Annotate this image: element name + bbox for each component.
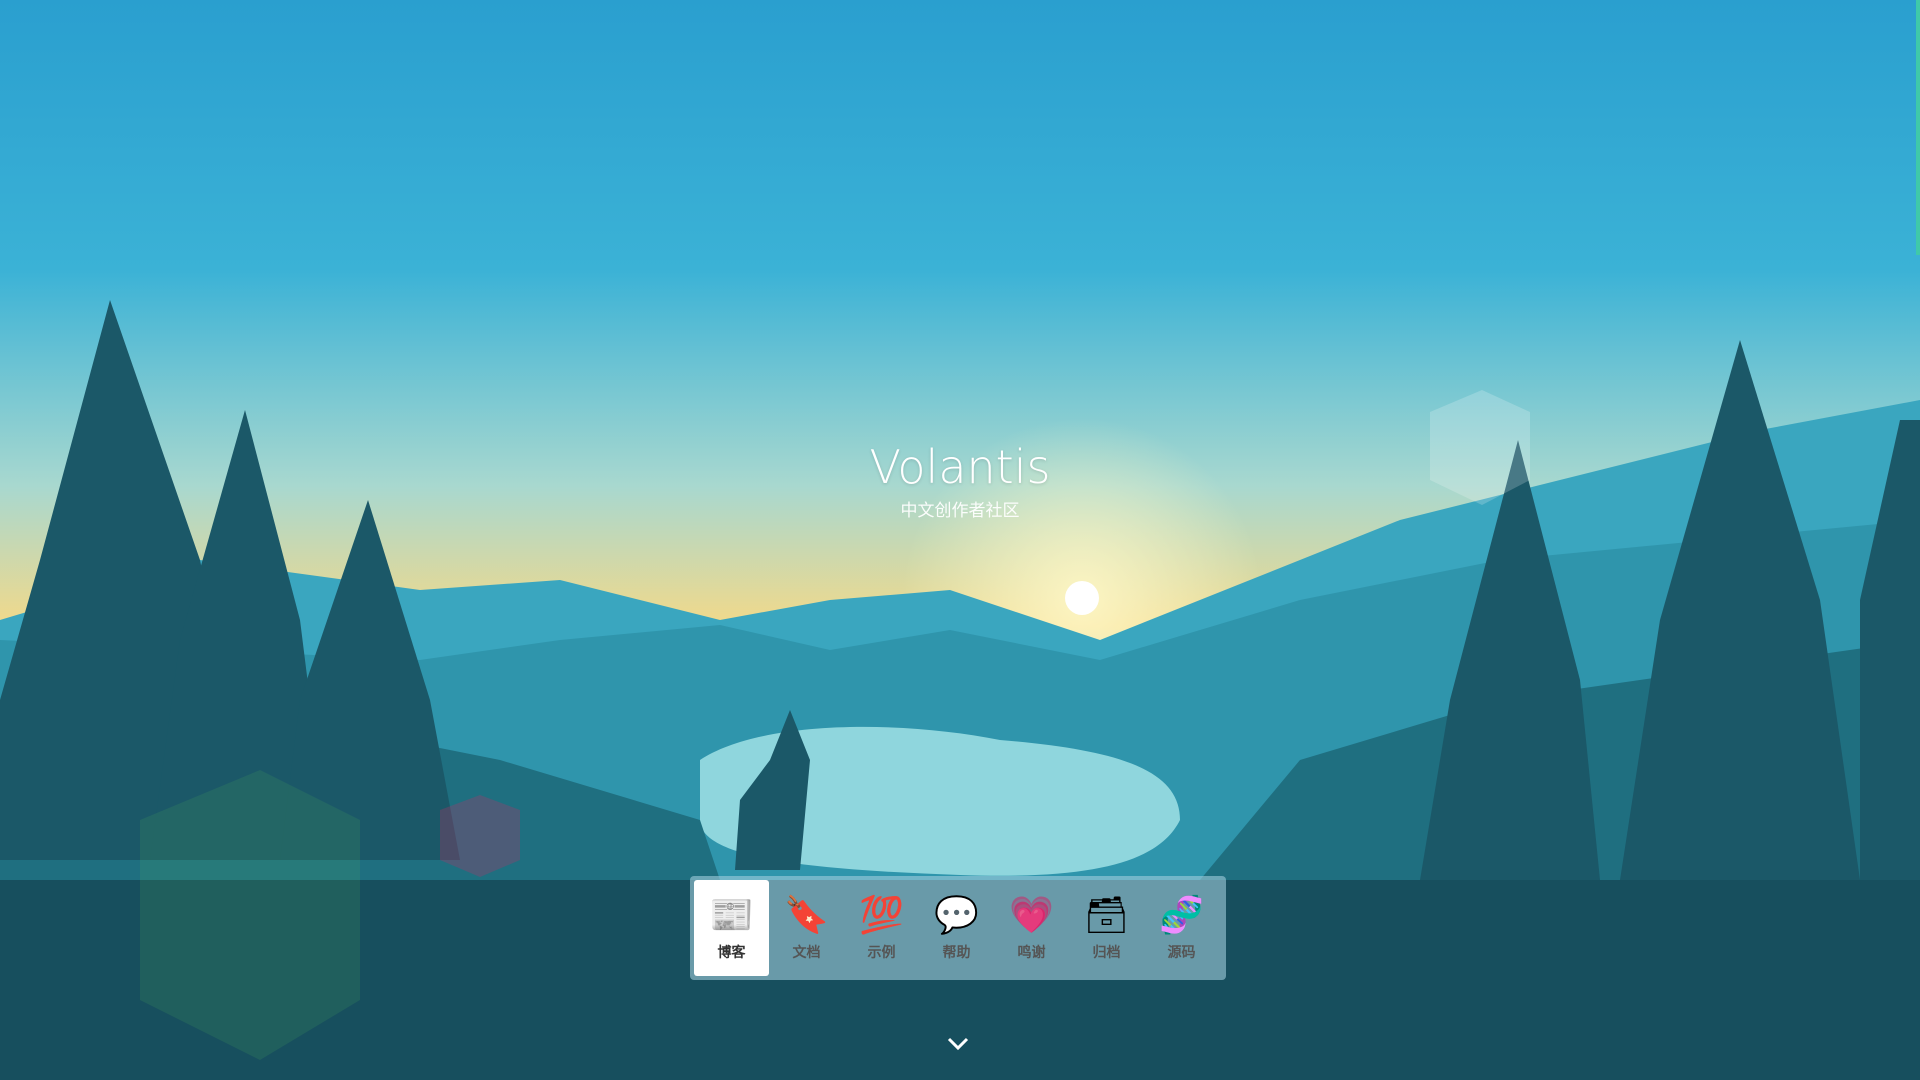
site-subtitle: 中文创作者社区: [900, 501, 1020, 521]
nav-item-examples[interactable]: 💯 示例: [844, 880, 919, 976]
newspaper-icon: 📰: [709, 895, 754, 936]
nav-label: 鸣谢: [1017, 945, 1046, 961]
nav-label: 博客: [717, 945, 746, 961]
hundred-points-icon: 💯: [859, 895, 904, 936]
nav-label: 文档: [792, 945, 821, 961]
bookmark-book-icon: 🔖: [784, 895, 829, 936]
nav-label: 示例: [867, 945, 896, 961]
chevron-down-icon[interactable]: [946, 1036, 970, 1052]
nav-item-help[interactable]: 💬 帮助: [919, 880, 994, 976]
nav-item-source[interactable]: 🧬 源码: [1144, 880, 1219, 976]
scrollbar[interactable]: [1916, 0, 1920, 255]
nav-label: 源码: [1167, 945, 1196, 961]
nav-label: 帮助: [942, 945, 971, 961]
nav-label: 归档: [1092, 945, 1121, 961]
heart-icon: 💗: [1009, 895, 1054, 936]
site-title: Volantis: [869, 440, 1051, 494]
main-nav: 📰 博客 🔖 文档 💯 示例 💬 帮助 💗 鸣谢 🗃 归档 🧬 源码: [690, 876, 1226, 980]
nav-item-archive[interactable]: 🗃 归档: [1069, 880, 1144, 976]
card-file-box-icon: 🗃: [1083, 895, 1130, 936]
dna-icon: 🧬: [1159, 895, 1204, 936]
nav-item-blog[interactable]: 📰 博客: [694, 880, 769, 976]
nav-item-thanks[interactable]: 💗 鸣谢: [994, 880, 1069, 976]
nav-item-docs[interactable]: 🔖 文档: [769, 880, 844, 976]
site-header: Volantis 中文创作者社区: [0, 440, 1920, 521]
speech-bubble-icon: 💬: [934, 895, 979, 936]
